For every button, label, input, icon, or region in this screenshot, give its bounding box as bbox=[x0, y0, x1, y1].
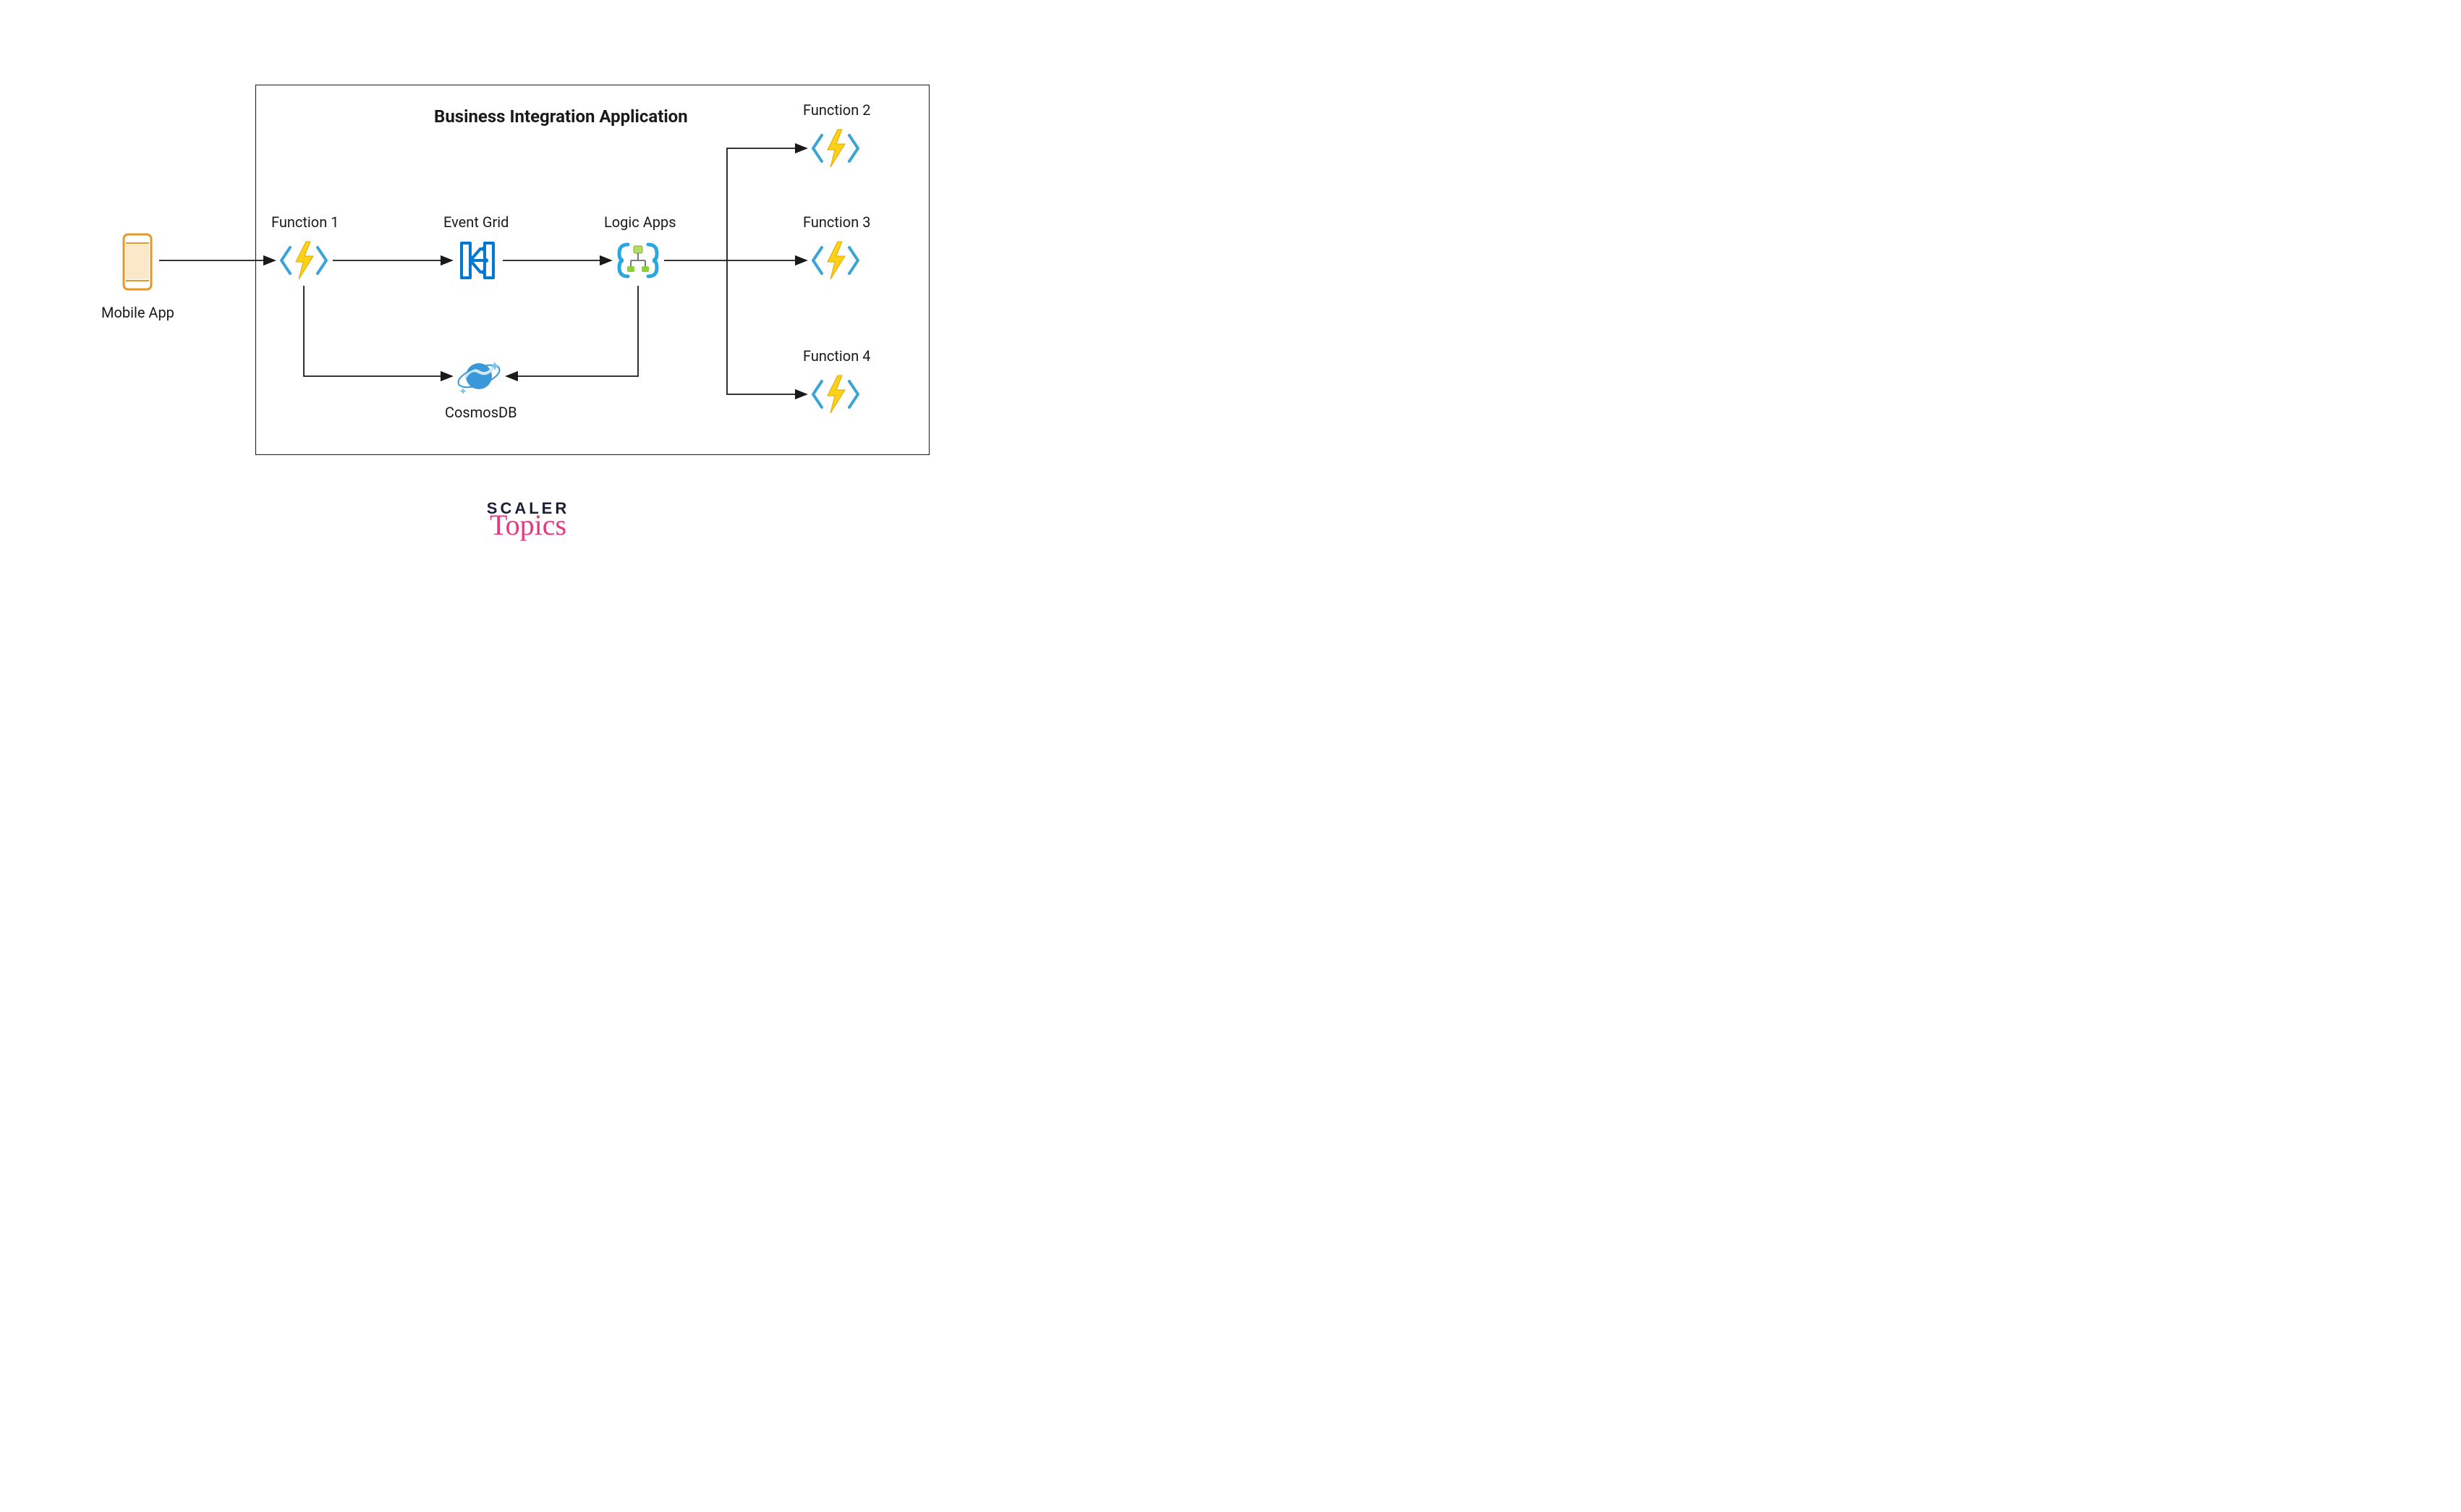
function1-label: Function 1 bbox=[271, 213, 339, 231]
function2-icon bbox=[810, 127, 861, 170]
function4-label: Function 4 bbox=[803, 347, 870, 365]
logic-apps-label: Logic Apps bbox=[604, 213, 676, 231]
container-title: Business Integration Application bbox=[434, 106, 688, 127]
function4-icon bbox=[810, 373, 861, 416]
mobile-app-icon bbox=[119, 233, 156, 291]
logic-apps-icon bbox=[615, 239, 661, 282]
diagram-canvas: Business Integration Application Mobile … bbox=[0, 0, 1056, 649]
cosmosdb-icon bbox=[456, 354, 502, 398]
event-grid-icon bbox=[456, 239, 499, 282]
event-grid-label: Event Grid bbox=[443, 213, 509, 231]
scaler-topics-logo: SCALER Topics bbox=[463, 499, 593, 534]
mobile-app-label: Mobile App bbox=[101, 304, 174, 321]
function3-label: Function 3 bbox=[803, 213, 870, 231]
function2-label: Function 2 bbox=[803, 101, 870, 119]
function1-icon bbox=[279, 239, 329, 282]
function3-icon bbox=[810, 239, 861, 282]
cosmosdb-label: CosmosDB bbox=[445, 404, 517, 421]
logo-line2: Topics bbox=[463, 517, 593, 534]
